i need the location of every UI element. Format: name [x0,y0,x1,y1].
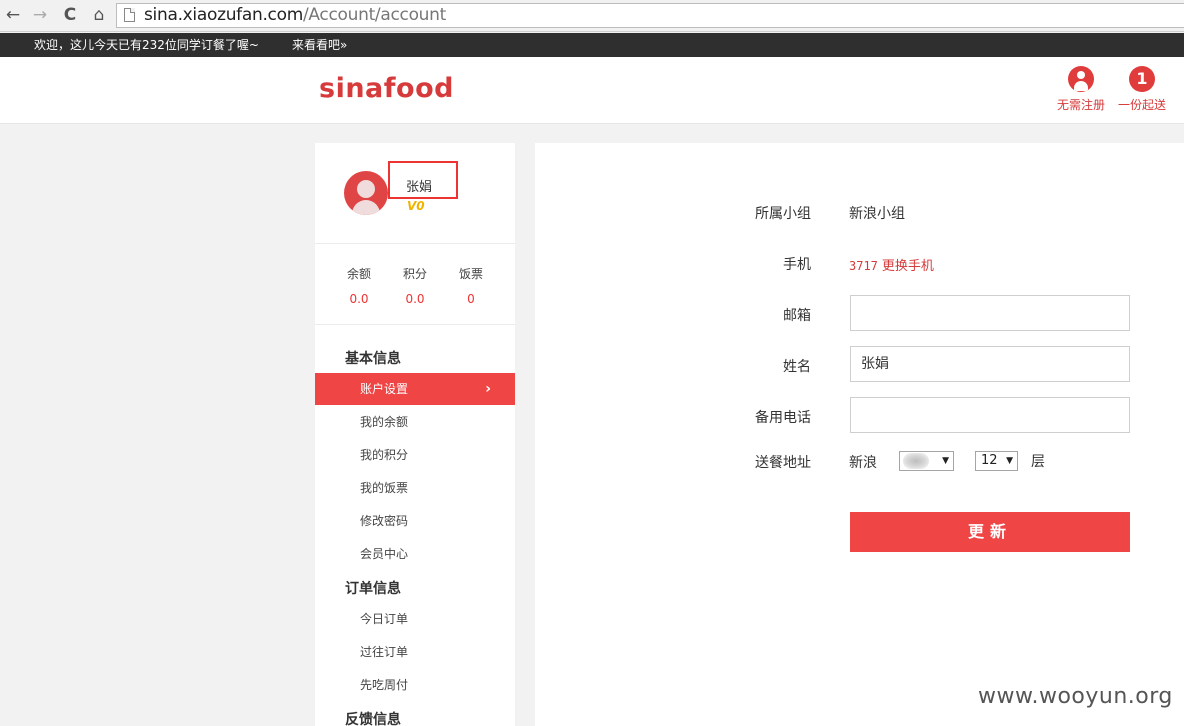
email-label: 邮箱 [783,308,811,324]
divider [315,243,515,244]
address-bar[interactable]: sina.xiaozufan.com/Account/account [116,3,1184,28]
vip-badge: V0 [407,199,425,213]
stat-points[interactable]: 积分 0.0 [387,265,443,306]
stat-balance[interactable]: 余额 0.0 [331,265,387,306]
redacted-blur [903,453,929,469]
header-item-label: 一份起送 [1118,98,1167,112]
menu-item-points[interactable]: 我的积分 [315,439,515,471]
account-sidebar: 张娟 V0 余额 0.0 积分 0.0 饭票 0 基本信息 账户设置 › 我的余… [315,143,515,726]
header-item-partial[interactable]: 工 [1178,66,1184,113]
stat-value: 0.0 [349,292,369,306]
header-item-min-order[interactable]: 1 一份起送 [1118,66,1166,113]
stat-value: 0.0 [405,292,425,306]
change-phone-link[interactable]: 更换手机 [882,259,934,274]
menu-item-past-orders[interactable]: 过往订单 [315,636,515,668]
site-logo[interactable]: sinafood [319,73,454,104]
home-icon[interactable]: ⌂ [88,4,110,26]
back-arrow-icon[interactable]: ← [2,4,24,26]
update-button[interactable]: 更新 [850,512,1130,552]
phone-row: 3717 更换手机 [849,255,934,274]
menu-item-label: 账户设置 [360,382,409,396]
menu-section-orders: 订单信息 [345,581,401,597]
stat-value: 0 [467,292,475,306]
backup-phone-label: 备用电话 [755,410,811,426]
name-field[interactable]: 张娟 [850,346,1130,382]
building-select[interactable]: ▼ [899,451,954,471]
avatar[interactable] [344,171,388,215]
menu-item-today-orders[interactable]: 今日订单 [315,603,515,635]
address-prefix: 新浪 [849,455,877,471]
chevron-right-icon: › [485,381,491,397]
url-text[interactable]: sina.xiaozufan.com/Account/account [144,5,446,26]
email-field[interactable] [850,295,1130,331]
reload-icon[interactable]: C [59,4,81,26]
menu-item-account-settings[interactable]: 账户设置 › [315,373,515,405]
notice-text: 欢迎，这儿今天已有232位同学订餐了喔~ [34,38,259,52]
floor-suffix: 层 [1031,454,1045,470]
menu-item-tickets[interactable]: 我的饭票 [315,472,515,504]
stat-label: 积分 [402,267,427,281]
dropdown-caret-icon: ▼ [942,456,949,466]
url-host: sina.xiaozufan.com [144,5,303,25]
group-value: 新浪小组 [849,206,905,222]
dropdown-caret-icon: ▼ [1006,456,1013,466]
menu-section-feedback: 反馈信息 [345,712,401,726]
menu-item-weekly-pay[interactable]: 先吃周付 [315,669,515,701]
header-item-no-register[interactable]: 无需注册 [1057,66,1105,113]
floor-value: 12 [981,453,998,468]
backup-phone-field[interactable] [850,397,1130,433]
username-highlight: 张娟 [388,161,458,199]
account-form-panel: 所属小组 新浪小组 手机 3717 更换手机 邮箱 姓名 张娟 备用电话 送餐地址… [535,143,1184,726]
username: 张娟 [406,180,433,195]
site-header: sinafood 无需注册 1 一份起送 工 [0,57,1184,124]
menu-section-basic: 基本信息 [345,351,401,367]
watermark: www.wooyun.org [978,684,1173,709]
notice-bar: 欢迎，这儿今天已有232位同学订餐了喔~ 来看看吧» [0,33,1184,57]
stat-label: 饭票 [458,267,483,281]
notice-link[interactable]: 来看看吧» [292,33,347,57]
header-item-label: 无需注册 [1057,98,1106,112]
page-icon [124,8,135,22]
address-label: 送餐地址 [755,455,811,471]
divider [315,324,515,325]
stat-label: 余额 [346,267,371,281]
menu-item-balance[interactable]: 我的余额 [315,406,515,438]
phone-label: 手机 [783,257,811,273]
one-icon: 1 [1129,66,1155,92]
browser-toolbar: ← → C ⌂ sina.xiaozufan.com/Account/accou… [0,0,1184,32]
menu-item-change-password[interactable]: 修改密码 [315,505,515,537]
phone-value: 3717 [849,259,878,273]
user-icon [1068,66,1094,92]
menu-item-member-center[interactable]: 会员中心 [315,538,515,570]
stat-tickets[interactable]: 饭票 0 [443,265,499,306]
url-path: /Account/account [302,5,446,25]
name-label: 姓名 [783,359,811,375]
forward-arrow-icon[interactable]: → [29,4,51,26]
floor-select[interactable]: 12 ▼ [975,451,1018,471]
group-label: 所属小组 [755,206,811,222]
